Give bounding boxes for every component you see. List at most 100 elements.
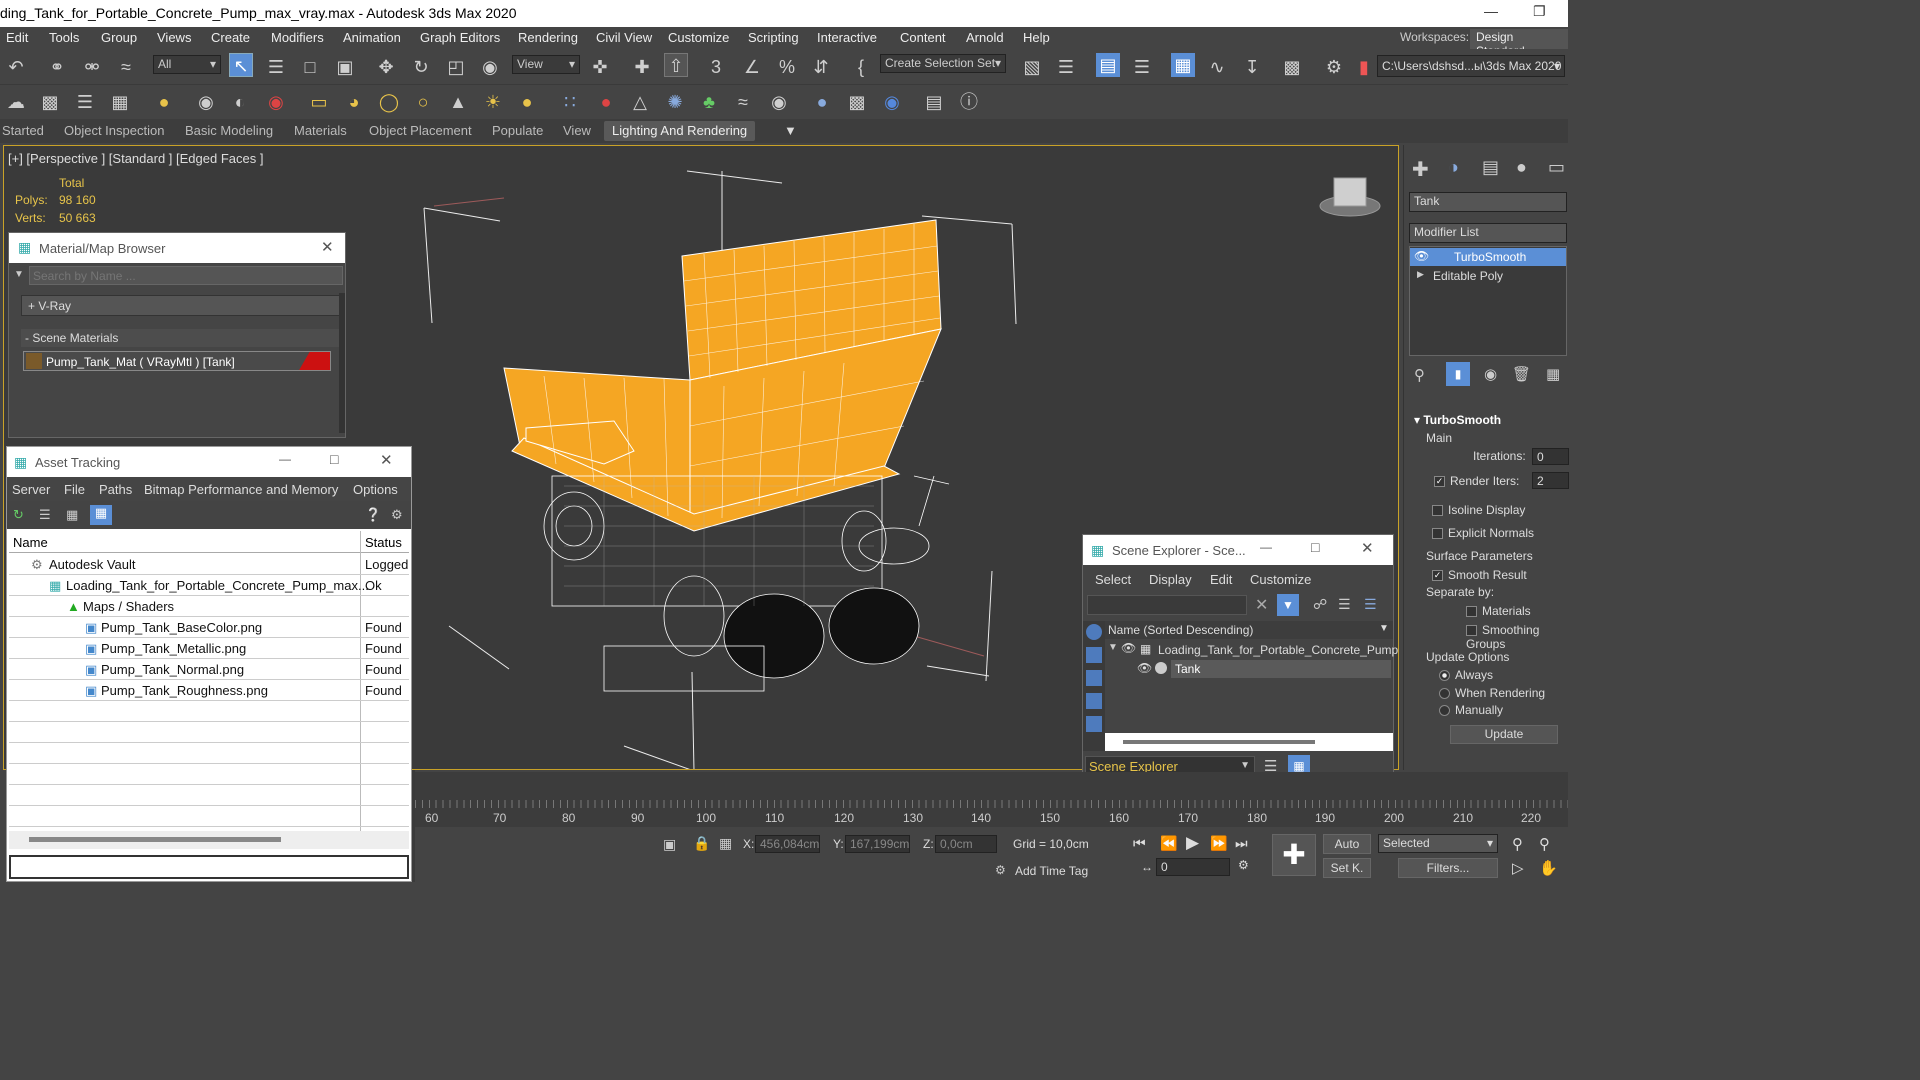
- edit-named-selection-icon[interactable]: {: [849, 55, 873, 79]
- object-name-field[interactable]: Tank: [1409, 192, 1567, 212]
- scene-materials-group[interactable]: - Scene Materials: [21, 329, 343, 347]
- vray-group[interactable]: + V-Ray: [21, 295, 343, 316]
- selection-filter-dropdown[interactable]: All ▾: [153, 55, 221, 74]
- iterations-spinner[interactable]: 0: [1532, 448, 1569, 465]
- tab-materials[interactable]: Materials: [294, 123, 347, 138]
- toggle-scene-explorer-icon[interactable]: ▤: [1096, 53, 1120, 77]
- explicit-normals-checkbox[interactable]: Explicit Normals: [1432, 526, 1534, 540]
- make-unique-icon[interactable]: ◉: [1484, 365, 1497, 383]
- scrollbar-thumb[interactable]: [29, 837, 281, 842]
- filter-icon[interactable]: ▼: [1277, 594, 1299, 616]
- menu-bitmap-performance[interactable]: Bitmap Performance and Memory: [144, 482, 338, 497]
- menu-customize[interactable]: Customize: [668, 30, 729, 45]
- tab-view[interactable]: View: [563, 123, 591, 138]
- vray-light-icon[interactable]: ◐: [228, 90, 252, 114]
- play-icon[interactable]: ▶: [1186, 833, 1199, 853]
- viewcube[interactable]: [1319, 177, 1381, 217]
- fur-icon[interactable]: ●: [594, 90, 618, 114]
- menu-civil-view[interactable]: Civil View: [596, 30, 652, 45]
- tree-item-root[interactable]: ▼ 👁 ▦ Loading_Tank_for_Portable_Concrete…: [1105, 640, 1398, 660]
- render-setup-icon[interactable]: ⚙: [1322, 55, 1346, 79]
- material-editor-icon[interactable]: ▩: [1280, 55, 1304, 79]
- create-tab-icon[interactable]: ✚: [1412, 157, 1429, 182]
- table-row[interactable]: ▣ Pump_Tank_BaseColor.png Found: [9, 617, 409, 638]
- decal-icon[interactable]: ◉: [767, 90, 791, 114]
- minimize-icon[interactable]: —: [1484, 3, 1498, 19]
- material-item[interactable]: Pump_Tank_Mat ( VRayMtl ) [Tank]: [23, 351, 331, 371]
- clear-search-icon[interactable]: ✕: [1255, 595, 1268, 615]
- expand-icon[interactable]: ▶: [1417, 269, 1424, 280]
- scene-horizontal-scrollbar[interactable]: [1105, 733, 1393, 751]
- window-crossing-icon[interactable]: ▣: [333, 55, 357, 79]
- hf-icon[interactable]: ≈: [731, 90, 755, 114]
- vfb-icon[interactable]: ▤: [922, 90, 946, 114]
- tab-started[interactable]: Started: [2, 123, 44, 138]
- stack-item-editable-poly[interactable]: ▶ Editable Poly: [1410, 267, 1566, 285]
- scrollbar-thumb[interactable]: [1123, 740, 1315, 744]
- select-object-icon[interactable]: ↖: [229, 53, 253, 77]
- maximize-icon[interactable]: ❐: [1533, 3, 1546, 20]
- expand-icon[interactable]: ▼: [1108, 642, 1118, 653]
- dome-light-icon[interactable]: ◕: [342, 90, 366, 114]
- mirror-icon[interactable]: ▧: [1020, 55, 1044, 79]
- show-end-result-icon[interactable]: ▮: [1446, 362, 1470, 386]
- render-elements-icon[interactable]: ◉: [880, 90, 904, 114]
- named-selection-dropdown[interactable]: Create Selection Set ▾: [880, 54, 1006, 73]
- shape-filter-icon[interactable]: [1086, 647, 1102, 663]
- zoom-all-icon[interactable]: ⚲: [1539, 835, 1550, 853]
- menu-content[interactable]: Content: [900, 30, 946, 45]
- pivot-center-icon[interactable]: ✜: [588, 55, 612, 79]
- col-status-header[interactable]: Status: [365, 535, 402, 550]
- unlink-icon[interactable]: ⚮: [80, 55, 104, 79]
- field-of-view-icon[interactable]: ▷: [1512, 859, 1524, 877]
- close-icon[interactable]: ✕: [321, 238, 334, 256]
- go-to-start-icon[interactable]: ⏮: [1133, 835, 1146, 852]
- time-tag-icon[interactable]: ⚙: [995, 863, 1006, 877]
- close-icon[interactable]: ✕: [1361, 539, 1374, 557]
- plane-icon[interactable]: △: [628, 90, 652, 114]
- modify-tab-icon[interactable]: ◑: [1448, 157, 1459, 178]
- tab-object-inspection[interactable]: Object Inspection: [64, 123, 164, 138]
- menu-options[interactable]: Options: [353, 482, 398, 497]
- z-coordinate-field[interactable]: 0,0cm: [935, 835, 997, 853]
- keyboard-shortcut-icon[interactable]: ⇧: [664, 53, 688, 77]
- update-button[interactable]: Update: [1450, 725, 1558, 744]
- scene-menu-display[interactable]: Display: [1149, 572, 1192, 587]
- go-to-end-icon[interactable]: ⏭: [1235, 835, 1248, 852]
- key-filter-dropdown[interactable]: Selected ▾: [1378, 834, 1498, 853]
- snaps-toggle-icon[interactable]: 3: [704, 55, 728, 79]
- scene-column-header[interactable]: Name (Sorted Descending) ▼: [1105, 621, 1393, 639]
- align-icon[interactable]: ☰: [1054, 55, 1078, 79]
- render-iters-spinner[interactable]: 2: [1532, 472, 1569, 489]
- material-search-input[interactable]: [29, 266, 343, 285]
- refresh-icon[interactable]: ↻: [13, 507, 24, 523]
- select-by-name-icon[interactable]: ☰: [264, 55, 288, 79]
- light-lister-icon[interactable]: ●: [152, 90, 176, 114]
- search-options-icon[interactable]: ▼: [14, 269, 24, 280]
- move-icon[interactable]: ✥: [374, 55, 398, 79]
- x-coordinate-field[interactable]: 456,084cm: [755, 835, 820, 853]
- set-key-button[interactable]: Set K.: [1323, 858, 1371, 878]
- help-icon[interactable]: ❔: [365, 507, 381, 523]
- light-filter-icon[interactable]: [1086, 670, 1102, 686]
- tab-basic-modeling[interactable]: Basic Modeling: [185, 123, 273, 138]
- zoom-icon[interactable]: ⚲: [1512, 835, 1523, 853]
- browser-scrollbar[interactable]: [339, 293, 345, 433]
- menu-interactive[interactable]: Interactive: [817, 30, 877, 45]
- visibility-eye-icon[interactable]: 👁: [1137, 661, 1152, 675]
- tab-lighting-and-rendering[interactable]: Lighting And Rendering: [604, 121, 756, 141]
- spot-light-icon[interactable]: ▲: [446, 90, 470, 114]
- materials-checkbox[interactable]: Materials: [1466, 604, 1531, 618]
- undo-icon[interactable]: ↶: [4, 55, 28, 79]
- menu-arnold[interactable]: Arnold: [966, 30, 1004, 45]
- always-radio[interactable]: Always: [1439, 668, 1493, 682]
- render-iters-checkbox[interactable]: ✓ Render Iters:: [1434, 474, 1519, 488]
- plane-light-icon[interactable]: ▭: [307, 90, 331, 114]
- scene-menu-customize[interactable]: Customize: [1250, 572, 1311, 587]
- help-icon[interactable]: ⓘ: [957, 90, 981, 114]
- rollout-title[interactable]: ▾ TurboSmooth: [1414, 413, 1501, 427]
- menu-paths[interactable]: Paths: [99, 482, 132, 497]
- list-icon[interactable]: ☰: [73, 90, 97, 114]
- reference-coordinate-dropdown[interactable]: View ▾: [512, 55, 580, 74]
- absolute-mode-icon[interactable]: ▦: [719, 835, 732, 852]
